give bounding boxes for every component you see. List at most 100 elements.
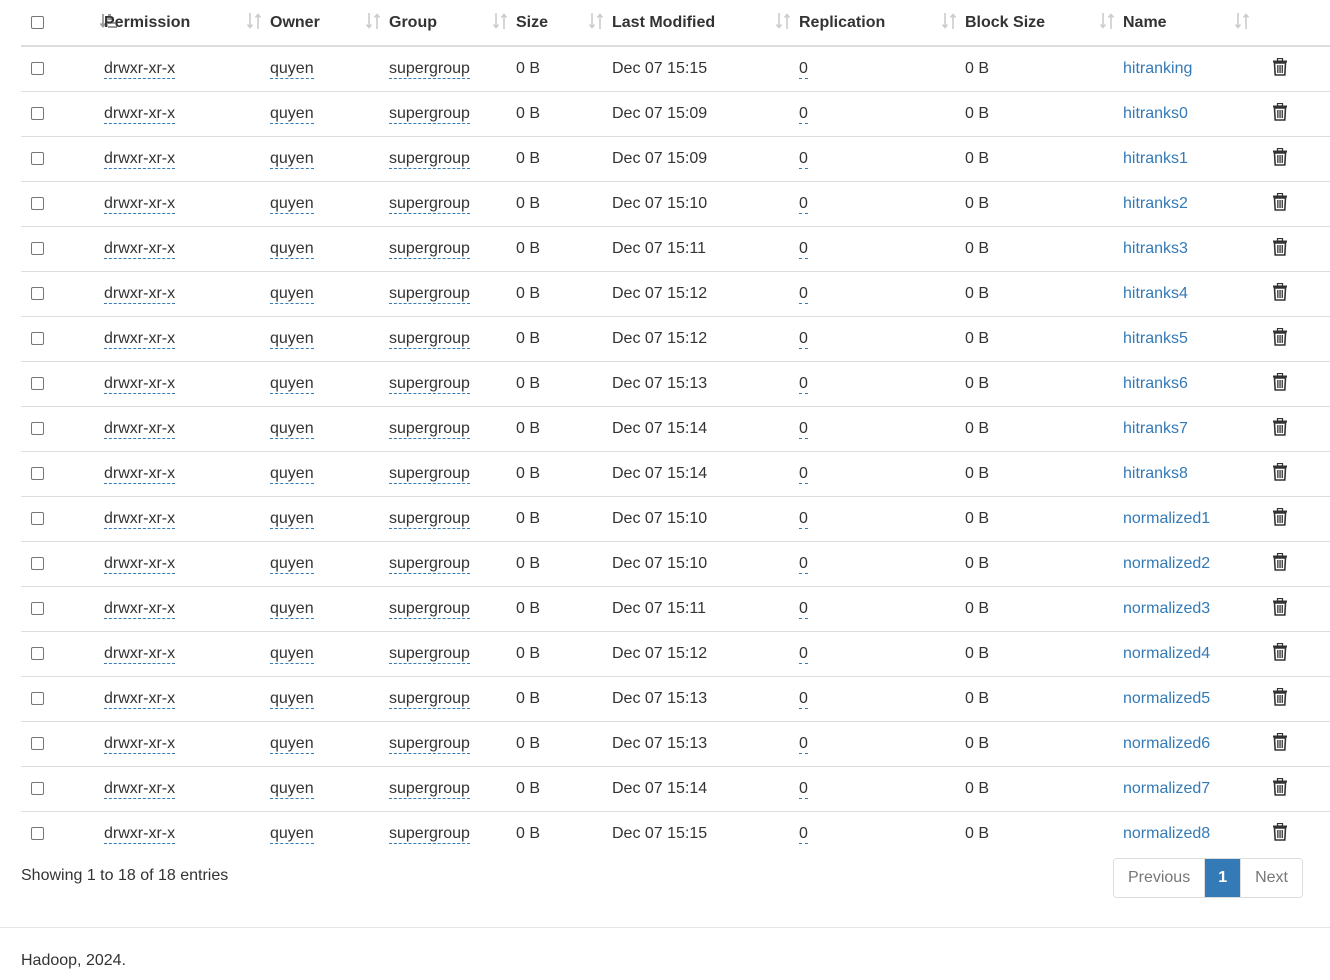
trash-icon[interactable]	[1272, 327, 1288, 351]
replication-link[interactable]: 0	[799, 465, 808, 484]
group-link[interactable]: supergroup	[389, 780, 470, 799]
group-link[interactable]: supergroup	[389, 600, 470, 619]
owner-link[interactable]: quyen	[270, 150, 314, 169]
permission-link[interactable]: drwxr-xr-x	[104, 825, 176, 844]
owner-link[interactable]: quyen	[270, 285, 314, 304]
sort-arrows-icon[interactable]	[1234, 12, 1250, 30]
row-checkbox[interactable]	[31, 242, 44, 256]
file-name-link[interactable]: hitranks6	[1123, 375, 1188, 392]
sort-arrows-icon[interactable]	[941, 12, 957, 30]
replication-link[interactable]: 0	[799, 60, 808, 79]
row-checkbox[interactable]	[31, 737, 44, 751]
trash-icon[interactable]	[1272, 147, 1288, 171]
group-link[interactable]: supergroup	[389, 645, 470, 664]
replication-link[interactable]: 0	[799, 195, 808, 214]
replication-link[interactable]: 0	[799, 150, 808, 169]
replication-link[interactable]: 0	[799, 285, 808, 304]
group-link[interactable]: supergroup	[389, 690, 470, 709]
file-name-link[interactable]: hitranks2	[1123, 195, 1188, 212]
trash-icon[interactable]	[1272, 687, 1288, 711]
trash-icon[interactable]	[1272, 102, 1288, 126]
trash-icon[interactable]	[1272, 282, 1288, 306]
owner-link[interactable]: quyen	[270, 195, 314, 214]
file-name-link[interactable]: hitranks8	[1123, 465, 1188, 482]
group-link[interactable]: supergroup	[389, 195, 470, 214]
file-name-link[interactable]: hitranks5	[1123, 330, 1188, 347]
trash-icon[interactable]	[1272, 777, 1288, 801]
previous-page-button[interactable]: Previous	[1113, 859, 1206, 897]
row-checkbox[interactable]	[31, 512, 44, 526]
owner-link[interactable]: quyen	[270, 375, 314, 394]
file-name-link[interactable]: hitranks7	[1123, 420, 1188, 437]
replication-link[interactable]: 0	[799, 330, 808, 349]
row-checkbox[interactable]	[31, 647, 44, 661]
replication-link[interactable]: 0	[799, 510, 808, 529]
sort-arrows-icon[interactable]	[365, 12, 381, 30]
group-link[interactable]: supergroup	[389, 150, 470, 169]
sort-arrows-icon[interactable]	[1099, 12, 1115, 30]
owner-link[interactable]: quyen	[270, 105, 314, 124]
header-replication[interactable]: Replication	[799, 0, 965, 47]
permission-link[interactable]: drwxr-xr-x	[104, 240, 176, 259]
group-link[interactable]: supergroup	[389, 510, 470, 529]
group-link[interactable]: supergroup	[389, 375, 470, 394]
permission-link[interactable]: drwxr-xr-x	[104, 780, 176, 799]
file-name-link[interactable]: normalized1	[1123, 510, 1210, 527]
file-name-link[interactable]: normalized3	[1123, 600, 1210, 617]
permission-link[interactable]: drwxr-xr-x	[104, 150, 176, 169]
permission-link[interactable]: drwxr-xr-x	[104, 60, 176, 79]
owner-link[interactable]: quyen	[270, 780, 314, 799]
file-name-link[interactable]: hitranks3	[1123, 240, 1188, 257]
header-owner[interactable]: Owner	[270, 0, 389, 47]
header-name[interactable]: Name	[1123, 0, 1258, 47]
owner-link[interactable]: quyen	[270, 600, 314, 619]
row-checkbox[interactable]	[31, 467, 44, 481]
row-checkbox[interactable]	[31, 152, 44, 166]
sort-arrows-icon[interactable]	[246, 12, 262, 30]
file-name-link[interactable]: normalized8	[1123, 825, 1210, 842]
row-checkbox[interactable]	[31, 197, 44, 211]
owner-link[interactable]: quyen	[270, 60, 314, 79]
owner-link[interactable]: quyen	[270, 510, 314, 529]
permission-link[interactable]: drwxr-xr-x	[104, 600, 176, 619]
header-group[interactable]: Group	[389, 0, 516, 47]
sort-arrows-icon[interactable]	[588, 12, 604, 30]
permission-link[interactable]: drwxr-xr-x	[104, 510, 176, 529]
file-name-link[interactable]: normalized2	[1123, 555, 1210, 572]
owner-link[interactable]: quyen	[270, 555, 314, 574]
permission-link[interactable]: drwxr-xr-x	[104, 285, 176, 304]
replication-link[interactable]: 0	[799, 600, 808, 619]
trash-icon[interactable]	[1272, 507, 1288, 531]
trash-icon[interactable]	[1272, 192, 1288, 216]
owner-link[interactable]: quyen	[270, 330, 314, 349]
trash-icon[interactable]	[1272, 372, 1288, 396]
owner-link[interactable]: quyen	[270, 690, 314, 709]
permission-link[interactable]: drwxr-xr-x	[104, 555, 176, 574]
group-link[interactable]: supergroup	[389, 105, 470, 124]
replication-link[interactable]: 0	[799, 735, 808, 754]
row-checkbox[interactable]	[31, 107, 44, 121]
header-sort-default[interactable]	[69, 0, 117, 47]
replication-link[interactable]: 0	[799, 645, 808, 664]
permission-link[interactable]: drwxr-xr-x	[104, 330, 176, 349]
header-block-size[interactable]: Block Size	[965, 0, 1123, 47]
replication-link[interactable]: 0	[799, 420, 808, 439]
group-link[interactable]: supergroup	[389, 60, 470, 79]
permission-link[interactable]: drwxr-xr-x	[104, 195, 176, 214]
row-checkbox[interactable]	[31, 332, 44, 346]
group-link[interactable]: supergroup	[389, 735, 470, 754]
sort-arrows-icon[interactable]	[492, 12, 508, 30]
row-checkbox[interactable]	[31, 602, 44, 616]
file-name-link[interactable]: normalized6	[1123, 735, 1210, 752]
group-link[interactable]: supergroup	[389, 465, 470, 484]
group-link[interactable]: supergroup	[389, 420, 470, 439]
permission-link[interactable]: drwxr-xr-x	[104, 105, 176, 124]
group-link[interactable]: supergroup	[389, 285, 470, 304]
group-link[interactable]: supergroup	[389, 240, 470, 259]
group-link[interactable]: supergroup	[389, 825, 470, 844]
owner-link[interactable]: quyen	[270, 645, 314, 664]
header-select-all[interactable]	[21, 0, 69, 47]
replication-link[interactable]: 0	[799, 825, 808, 844]
replication-link[interactable]: 0	[799, 240, 808, 259]
group-link[interactable]: supergroup	[389, 330, 470, 349]
